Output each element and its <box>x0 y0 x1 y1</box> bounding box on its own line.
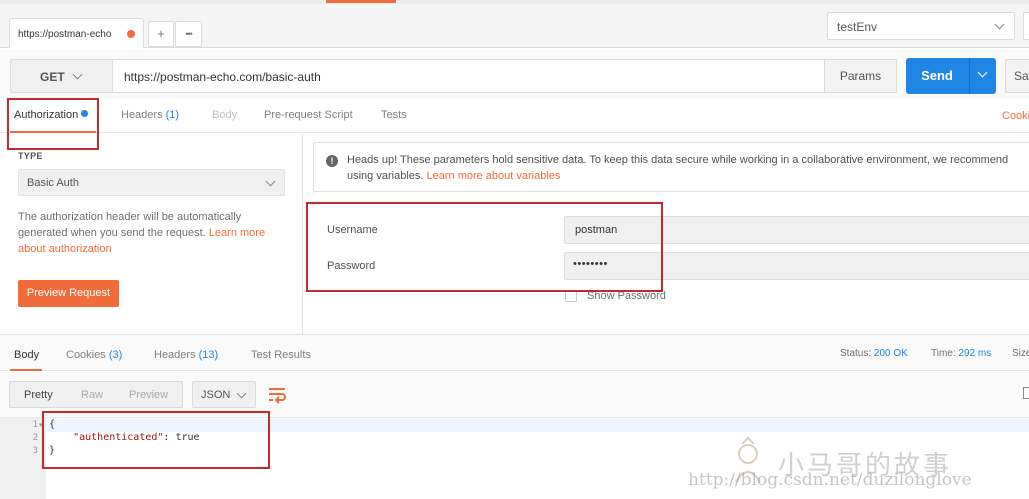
send-divider <box>969 58 970 94</box>
environment-quick-look-button[interactable] <box>1023 12 1029 40</box>
line-number: 2 <box>32 433 38 443</box>
cookies-link[interactable]: Cooki <box>1002 110 1029 122</box>
watermark-url: http://blog.csdn.net/duzilonglove <box>688 470 972 490</box>
format-label: JSON <box>201 389 231 401</box>
notice-line-2: using variables. Learn more about variab… <box>347 168 1029 184</box>
annotation-box-credentials <box>306 202 663 292</box>
save-button[interactable]: Sav <box>1005 59 1029 93</box>
send-label: Send <box>921 68 953 83</box>
response-tab-headers[interactable]: Headers (13) <box>154 349 218 361</box>
response-headers-count: (13) <box>198 349 219 361</box>
response-time: Time: 292 ms <box>931 348 991 359</box>
time-value: 292 ms <box>958 348 992 359</box>
auth-description: The authorization header will be automat… <box>18 209 286 257</box>
environment-label: testEnv <box>837 20 878 34</box>
learn-more-variables-link[interactable]: Learn more about variables <box>427 170 561 182</box>
line-gutter: 1 ▾ 2 3 <box>0 418 46 499</box>
send-button[interactable]: Send <box>906 58 996 94</box>
type-heading: TYPE <box>18 151 43 161</box>
notice-text: Heads up! These parameters hold sensitiv… <box>347 152 1029 184</box>
format-select[interactable]: JSON <box>192 381 256 408</box>
response-tab-headers-label: Headers <box>154 349 196 361</box>
info-icon: ! <box>326 155 338 167</box>
chevron-down-icon <box>994 19 1005 30</box>
view-pretty-button[interactable]: Pretty <box>24 389 53 401</box>
view-raw-button[interactable]: Raw <box>81 389 103 401</box>
status-label: Status: <box>840 348 872 359</box>
auth-description-text: The authorization header will be automat… <box>18 211 242 239</box>
response-tab-cookies[interactable]: Cookies (3) <box>66 349 122 361</box>
url-text: https://postman-echo.com/basic-auth <box>124 70 321 84</box>
line-number: 1 <box>32 420 38 430</box>
response-tab-test-results[interactable]: Test Results <box>251 349 311 361</box>
environment-select[interactable]: testEnv <box>827 12 1015 40</box>
response-active-tab-indicator <box>10 369 42 371</box>
response-tab-body[interactable]: Body <box>14 349 39 361</box>
tab-headers-label: Headers <box>121 109 163 121</box>
status-value: 200 OK <box>873 348 908 359</box>
annotation-box-response <box>42 411 270 469</box>
send-options-chevron-icon[interactable] <box>977 67 988 78</box>
new-tab-button[interactable]: + <box>148 21 174 47</box>
tab-headers[interactable]: Headers (1) <box>121 109 179 121</box>
response-size: Size <box>1012 348 1029 359</box>
url-bar: GET https://postman-echo.com/basic-auth … <box>0 49 1029 99</box>
line-number: 3 <box>32 446 38 456</box>
response-tabs: Body Cookies (3) Headers (13) Test Resul… <box>0 335 1029 371</box>
headers-count: (1) <box>165 109 180 121</box>
auth-type-value: Basic Auth <box>27 177 79 189</box>
request-tab[interactable]: https://postman-echo <box>9 18 144 48</box>
response-tab-cookies-label: Cookies <box>66 349 106 361</box>
method-label: GET <box>40 70 65 84</box>
url-input[interactable]: https://postman-echo.com/basic-auth <box>113 59 825 93</box>
chevron-down-icon <box>72 69 83 80</box>
tab-body[interactable]: Body <box>212 109 237 121</box>
annotation-box-authorization <box>7 98 99 150</box>
tab-prerequest-script[interactable]: Pre-request Script <box>264 109 353 121</box>
view-preview-button[interactable]: Preview <box>129 389 168 401</box>
method-select[interactable]: GET <box>10 59 113 93</box>
notice-line-2-text: using variables. <box>347 170 427 182</box>
view-mode-group: Pretty Raw Preview <box>9 381 183 408</box>
chevron-down-icon <box>236 388 247 399</box>
cookies-count: (3) <box>108 349 123 361</box>
top-accent <box>326 0 396 3</box>
time-label: Time: <box>931 348 956 359</box>
auth-type-select[interactable]: Basic Auth <box>18 169 285 196</box>
chevron-down-icon <box>265 176 276 187</box>
request-tabs: Authorization Headers (1) Body Pre-reque… <box>0 100 1029 133</box>
response-status: Status: 200 OK <box>840 348 908 359</box>
unsaved-dot-icon <box>127 30 135 38</box>
sensitive-data-notice: ! Heads up! These parameters hold sensit… <box>313 142 1029 192</box>
auth-type-pane: TYPE Basic Auth The authorization header… <box>0 134 303 334</box>
notice-line-1: Heads up! These parameters hold sensitiv… <box>347 154 1009 166</box>
request-tab-label: https://postman-echo <box>18 29 112 40</box>
params-button[interactable]: Params <box>824 59 897 93</box>
copy-icon[interactable] <box>1023 387 1029 399</box>
wrap-lines-icon[interactable] <box>265 383 289 405</box>
more-tabs-button[interactable]: ••• <box>175 21 202 47</box>
tab-tests[interactable]: Tests <box>381 109 407 121</box>
preview-request-button[interactable]: Preview Request <box>18 280 119 307</box>
